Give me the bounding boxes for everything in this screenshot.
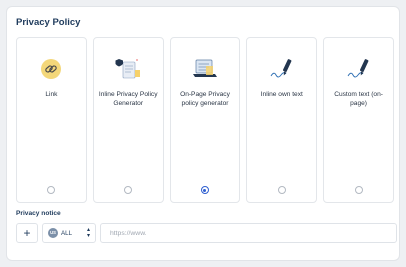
option-label: On-Page Privacy policy generator [180,91,230,107]
language-select[interactable]: US ALL ▴ ▾ [42,223,96,243]
policy-options: Link Inline Privacy Policy Generator On-… [16,37,394,203]
radio-inline-generator[interactable] [124,186,133,194]
us-flag-icon: US [48,228,58,238]
select-caret-icon: ▴ ▾ [86,227,90,239]
radio-custom-text[interactable] [354,186,363,194]
option-label: Custom text (on-page) [334,91,383,107]
radio-onpage-generator[interactable] [200,186,209,194]
option-link[interactable]: Link [16,37,87,203]
document-generator-icon [114,56,142,82]
link-icon [37,56,65,82]
radio-inline-own-text[interactable] [277,186,286,194]
panel-title: Privacy Policy [16,17,81,28]
privacy-notice-label: Privacy notice [16,210,61,217]
option-label: Link [45,91,58,98]
option-label: Inline Privacy Policy Generator [98,91,158,107]
laptop-document-icon [191,56,219,82]
option-onpage-generator[interactable]: On-Page Privacy policy generator [169,37,241,203]
option-custom-text[interactable]: Custom text (on-page) [323,37,394,203]
radio-link[interactable] [47,186,56,194]
privacy-policy-panel: Privacy Policy Link Inline Privacy Polic… [6,6,400,261]
privacy-notice-url-input[interactable] [100,223,397,243]
language-value: ALL [61,229,73,237]
pen-signature-icon [268,56,296,82]
pen-signature-icon [345,56,373,82]
add-notice-button[interactable]: + [16,223,38,243]
option-inline-generator[interactable]: Inline Privacy Policy Generator [92,37,164,203]
option-label: Inline own text [260,91,303,98]
option-inline-own-text[interactable]: Inline own text [246,37,318,203]
